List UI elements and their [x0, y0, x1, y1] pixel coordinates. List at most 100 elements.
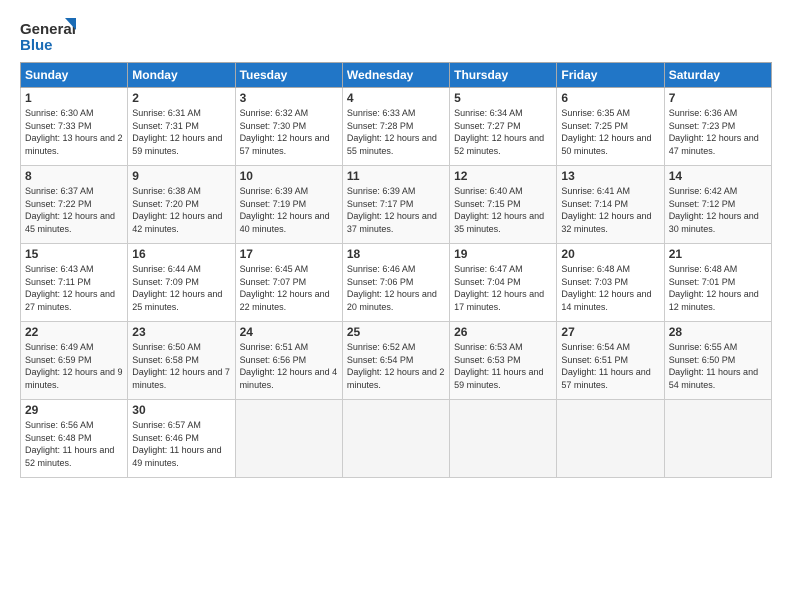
calendar-cell: 11 Sunrise: 6:39 AM Sunset: 7:17 PM Dayl…: [342, 166, 449, 244]
day-number: 23: [132, 325, 230, 339]
calendar-cell: [235, 400, 342, 478]
calendar-cell: 12 Sunrise: 6:40 AM Sunset: 7:15 PM Dayl…: [450, 166, 557, 244]
day-number: 8: [25, 169, 123, 183]
svg-text:General: General: [20, 21, 76, 38]
cell-info: Sunrise: 6:48 AM Sunset: 7:03 PM Dayligh…: [561, 263, 659, 313]
calendar-cell: 30 Sunrise: 6:57 AM Sunset: 6:46 PM Dayl…: [128, 400, 235, 478]
day-number: 7: [669, 91, 767, 105]
day-number: 15: [25, 247, 123, 261]
day-number: 17: [240, 247, 338, 261]
cell-info: Sunrise: 6:33 AM Sunset: 7:28 PM Dayligh…: [347, 107, 445, 157]
day-number: 21: [669, 247, 767, 261]
calendar-cell: 27 Sunrise: 6:54 AM Sunset: 6:51 PM Dayl…: [557, 322, 664, 400]
calendar-cell: 13 Sunrise: 6:41 AM Sunset: 7:14 PM Dayl…: [557, 166, 664, 244]
cell-info: Sunrise: 6:48 AM Sunset: 7:01 PM Dayligh…: [669, 263, 767, 313]
cell-info: Sunrise: 6:55 AM Sunset: 6:50 PM Dayligh…: [669, 341, 767, 391]
calendar-cell: 19 Sunrise: 6:47 AM Sunset: 7:04 PM Dayl…: [450, 244, 557, 322]
day-number: 11: [347, 169, 445, 183]
weekday-header-thursday: Thursday: [450, 63, 557, 88]
cell-info: Sunrise: 6:38 AM Sunset: 7:20 PM Dayligh…: [132, 185, 230, 235]
day-number: 13: [561, 169, 659, 183]
day-number: 24: [240, 325, 338, 339]
day-number: 22: [25, 325, 123, 339]
logo: General Blue: [20, 16, 76, 54]
cell-info: Sunrise: 6:31 AM Sunset: 7:31 PM Dayligh…: [132, 107, 230, 157]
calendar-cell: 14 Sunrise: 6:42 AM Sunset: 7:12 PM Dayl…: [664, 166, 771, 244]
day-number: 19: [454, 247, 552, 261]
cell-info: Sunrise: 6:35 AM Sunset: 7:25 PM Dayligh…: [561, 107, 659, 157]
calendar-cell: 7 Sunrise: 6:36 AM Sunset: 7:23 PM Dayli…: [664, 88, 771, 166]
day-number: 10: [240, 169, 338, 183]
cell-info: Sunrise: 6:50 AM Sunset: 6:58 PM Dayligh…: [132, 341, 230, 391]
weekday-header-sunday: Sunday: [21, 63, 128, 88]
cell-info: Sunrise: 6:30 AM Sunset: 7:33 PM Dayligh…: [25, 107, 123, 157]
cell-info: Sunrise: 6:34 AM Sunset: 7:27 PM Dayligh…: [454, 107, 552, 157]
day-number: 14: [669, 169, 767, 183]
page: General Blue SundayMondayTuesdayWednesda…: [0, 0, 792, 488]
calendar-cell: 28 Sunrise: 6:55 AM Sunset: 6:50 PM Dayl…: [664, 322, 771, 400]
cell-info: Sunrise: 6:56 AM Sunset: 6:48 PM Dayligh…: [25, 419, 123, 469]
calendar-cell: 5 Sunrise: 6:34 AM Sunset: 7:27 PM Dayli…: [450, 88, 557, 166]
calendar-cell: 22 Sunrise: 6:49 AM Sunset: 6:59 PM Dayl…: [21, 322, 128, 400]
calendar-cell: 26 Sunrise: 6:53 AM Sunset: 6:53 PM Dayl…: [450, 322, 557, 400]
calendar-cell: 15 Sunrise: 6:43 AM Sunset: 7:11 PM Dayl…: [21, 244, 128, 322]
cell-info: Sunrise: 6:46 AM Sunset: 7:06 PM Dayligh…: [347, 263, 445, 313]
day-number: 30: [132, 403, 230, 417]
calendar-table: SundayMondayTuesdayWednesdayThursdayFrid…: [20, 62, 772, 478]
day-number: 26: [454, 325, 552, 339]
day-number: 6: [561, 91, 659, 105]
calendar-cell: [450, 400, 557, 478]
calendar-cell: 17 Sunrise: 6:45 AM Sunset: 7:07 PM Dayl…: [235, 244, 342, 322]
day-number: 16: [132, 247, 230, 261]
cell-info: Sunrise: 6:47 AM Sunset: 7:04 PM Dayligh…: [454, 263, 552, 313]
day-number: 1: [25, 91, 123, 105]
cell-info: Sunrise: 6:40 AM Sunset: 7:15 PM Dayligh…: [454, 185, 552, 235]
day-number: 25: [347, 325, 445, 339]
cell-info: Sunrise: 6:39 AM Sunset: 7:17 PM Dayligh…: [347, 185, 445, 235]
day-number: 18: [347, 247, 445, 261]
calendar-cell: 3 Sunrise: 6:32 AM Sunset: 7:30 PM Dayli…: [235, 88, 342, 166]
day-number: 28: [669, 325, 767, 339]
calendar-cell: 9 Sunrise: 6:38 AM Sunset: 7:20 PM Dayli…: [128, 166, 235, 244]
cell-info: Sunrise: 6:42 AM Sunset: 7:12 PM Dayligh…: [669, 185, 767, 235]
cell-info: Sunrise: 6:41 AM Sunset: 7:14 PM Dayligh…: [561, 185, 659, 235]
weekday-header-monday: Monday: [128, 63, 235, 88]
day-number: 5: [454, 91, 552, 105]
calendar-cell: [664, 400, 771, 478]
calendar-cell: 23 Sunrise: 6:50 AM Sunset: 6:58 PM Dayl…: [128, 322, 235, 400]
cell-info: Sunrise: 6:44 AM Sunset: 7:09 PM Dayligh…: [132, 263, 230, 313]
calendar-cell: 20 Sunrise: 6:48 AM Sunset: 7:03 PM Dayl…: [557, 244, 664, 322]
day-number: 3: [240, 91, 338, 105]
weekday-header-saturday: Saturday: [664, 63, 771, 88]
cell-info: Sunrise: 6:53 AM Sunset: 6:53 PM Dayligh…: [454, 341, 552, 391]
cell-info: Sunrise: 6:57 AM Sunset: 6:46 PM Dayligh…: [132, 419, 230, 469]
day-number: 2: [132, 91, 230, 105]
weekday-header-wednesday: Wednesday: [342, 63, 449, 88]
calendar-cell: 4 Sunrise: 6:33 AM Sunset: 7:28 PM Dayli…: [342, 88, 449, 166]
calendar-cell: 16 Sunrise: 6:44 AM Sunset: 7:09 PM Dayl…: [128, 244, 235, 322]
day-number: 29: [25, 403, 123, 417]
cell-info: Sunrise: 6:45 AM Sunset: 7:07 PM Dayligh…: [240, 263, 338, 313]
cell-info: Sunrise: 6:43 AM Sunset: 7:11 PM Dayligh…: [25, 263, 123, 313]
cell-info: Sunrise: 6:37 AM Sunset: 7:22 PM Dayligh…: [25, 185, 123, 235]
day-number: 27: [561, 325, 659, 339]
cell-info: Sunrise: 6:54 AM Sunset: 6:51 PM Dayligh…: [561, 341, 659, 391]
cell-info: Sunrise: 6:32 AM Sunset: 7:30 PM Dayligh…: [240, 107, 338, 157]
header: General Blue: [20, 16, 772, 54]
day-number: 9: [132, 169, 230, 183]
calendar-cell: 18 Sunrise: 6:46 AM Sunset: 7:06 PM Dayl…: [342, 244, 449, 322]
svg-text:Blue: Blue: [20, 37, 53, 54]
cell-info: Sunrise: 6:51 AM Sunset: 6:56 PM Dayligh…: [240, 341, 338, 391]
cell-info: Sunrise: 6:36 AM Sunset: 7:23 PM Dayligh…: [669, 107, 767, 157]
calendar-cell: 29 Sunrise: 6:56 AM Sunset: 6:48 PM Dayl…: [21, 400, 128, 478]
calendar-cell: 21 Sunrise: 6:48 AM Sunset: 7:01 PM Dayl…: [664, 244, 771, 322]
weekday-header-friday: Friday: [557, 63, 664, 88]
calendar-cell: 24 Sunrise: 6:51 AM Sunset: 6:56 PM Dayl…: [235, 322, 342, 400]
calendar-cell: 1 Sunrise: 6:30 AM Sunset: 7:33 PM Dayli…: [21, 88, 128, 166]
cell-info: Sunrise: 6:52 AM Sunset: 6:54 PM Dayligh…: [347, 341, 445, 391]
calendar-cell: 25 Sunrise: 6:52 AM Sunset: 6:54 PM Dayl…: [342, 322, 449, 400]
cell-info: Sunrise: 6:39 AM Sunset: 7:19 PM Dayligh…: [240, 185, 338, 235]
cell-info: Sunrise: 6:49 AM Sunset: 6:59 PM Dayligh…: [25, 341, 123, 391]
calendar-cell: 8 Sunrise: 6:37 AM Sunset: 7:22 PM Dayli…: [21, 166, 128, 244]
calendar-cell: 2 Sunrise: 6:31 AM Sunset: 7:31 PM Dayli…: [128, 88, 235, 166]
